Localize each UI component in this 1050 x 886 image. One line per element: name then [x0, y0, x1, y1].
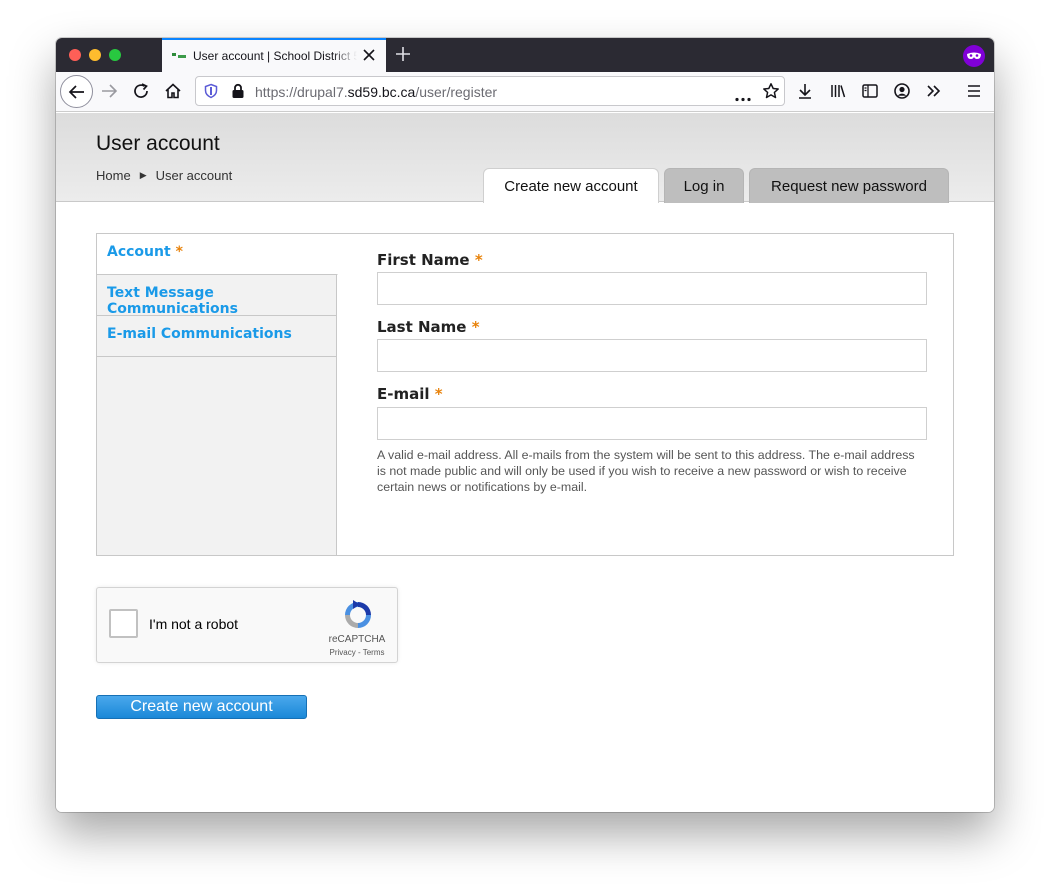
more-dots-icon[interactable] — [734, 89, 752, 107]
last-name-label: Last Name * — [377, 318, 480, 336]
sidebar-icon[interactable] — [859, 80, 881, 102]
vertical-tab-text-message[interactable]: Text Message Communications — [97, 275, 337, 317]
account-icon[interactable] — [891, 80, 913, 102]
address-bar[interactable]: https://drupal7.sd59.bc.ca/user/register — [195, 76, 785, 106]
page-header: User account Home ▶ User account Create … — [56, 113, 994, 203]
recaptcha-logo-icon — [341, 598, 375, 632]
breadcrumb-current: User account — [155, 168, 233, 183]
library-icon[interactable] — [827, 80, 849, 102]
private-mask-icon — [963, 45, 985, 67]
required-marker: * — [471, 318, 480, 336]
tab-log-in[interactable]: Log in — [664, 168, 744, 203]
first-name-field[interactable] — [377, 272, 927, 305]
browser-window: User account | School District 59 https:… — [56, 38, 994, 812]
tab-request-new-password[interactable]: Request new password — [749, 168, 949, 203]
email-description: A valid e-mail address. All e-mails from… — [377, 448, 915, 494]
tracking-shield-icon[interactable] — [203, 83, 219, 104]
zoom-window-button[interactable] — [109, 49, 121, 61]
minimize-window-button[interactable] — [89, 49, 101, 61]
download-icon[interactable] — [794, 80, 816, 102]
breadcrumb-separator-icon: ▶ — [139, 170, 147, 180]
browser-tab[interactable]: User account | School District 59 — [162, 38, 386, 72]
email-field[interactable] — [377, 407, 927, 440]
vertical-tabs: Account * Text Message Communications E-… — [97, 234, 338, 555]
url-prefix: https://drupal7. — [255, 84, 348, 100]
first-name-label-text: First Name — [377, 251, 470, 269]
recaptcha-widget: I'm not a robot reCAPTCHA Privacy - Term… — [96, 587, 398, 663]
vertical-tab-account[interactable]: Account * — [97, 234, 338, 275]
required-marker: * — [434, 385, 443, 403]
close-icon[interactable] — [362, 48, 376, 62]
recaptcha-privacy-terms-link[interactable]: Privacy - Terms — [321, 648, 393, 657]
close-window-button[interactable] — [69, 49, 81, 61]
overflow-chevron-icon[interactable] — [923, 80, 945, 102]
last-name-field[interactable] — [377, 339, 927, 372]
home-icon[interactable] — [162, 80, 184, 102]
last-name-label-text: Last Name — [377, 318, 467, 336]
breadcrumb: Home ▶ User account — [96, 168, 232, 183]
hamburger-menu-icon[interactable] — [963, 80, 985, 102]
vertical-tab-email[interactable]: E-mail Communications — [97, 316, 337, 357]
reload-icon[interactable] — [130, 80, 152, 102]
plus-icon[interactable] — [394, 45, 412, 63]
account-form: Account * Text Message Communications E-… — [96, 233, 954, 556]
url-host: sd59.bc.ca — [347, 84, 416, 100]
recaptcha-label: I'm not a robot — [149, 616, 239, 632]
page-title: User account — [96, 132, 220, 155]
create-new-account-button[interactable]: Create new account — [96, 695, 307, 719]
bookmark-star-icon[interactable] — [762, 82, 780, 105]
url-text[interactable]: https://drupal7.sd59.bc.ca/user/register — [255, 84, 497, 100]
recaptcha-checkbox[interactable] — [109, 609, 138, 638]
page-content: User account Home ▶ User account Create … — [56, 113, 994, 812]
recaptcha-brand: reCAPTCHA — [328, 634, 386, 645]
email-label: E-mail * — [377, 385, 443, 403]
vertical-tab-label: Account — [107, 244, 171, 260]
required-marker: * — [474, 251, 483, 269]
navigation-toolbar: https://drupal7.sd59.bc.ca/user/register — [56, 72, 994, 112]
forward-arrow-icon[interactable] — [98, 80, 120, 102]
tab-create-new-account[interactable]: Create new account — [483, 168, 659, 203]
tab-title: User account | School District 59 — [193, 49, 357, 63]
first-name-label: First Name * — [377, 251, 483, 269]
required-marker: * — [175, 244, 183, 260]
breadcrumb-home-link[interactable]: Home — [96, 168, 131, 183]
lock-icon[interactable] — [231, 83, 245, 104]
site-favicon-icon — [172, 53, 186, 59]
tab-bar: User account | School District 59 — [56, 38, 994, 72]
back-arrow-icon[interactable] — [60, 75, 93, 108]
url-path: /user/register — [415, 84, 498, 100]
email-label-text: E-mail — [377, 385, 430, 403]
